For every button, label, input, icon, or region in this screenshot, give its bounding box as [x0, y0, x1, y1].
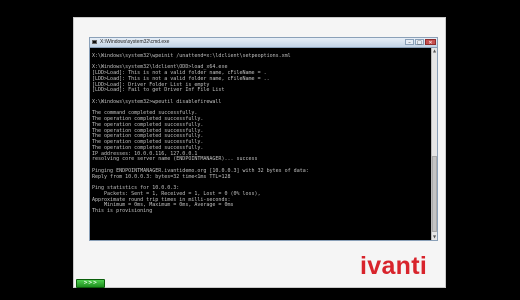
minimize-button[interactable]: –: [405, 39, 414, 46]
scroll-thumb[interactable]: [432, 156, 437, 232]
cmd-window[interactable]: X:\Windows\system32\cmd.exe – □ ✕ X:\Win…: [89, 37, 438, 241]
scroll-down-arrow-icon[interactable]: ▼: [432, 234, 437, 240]
ivanti-logo: ivanti: [360, 252, 428, 280]
maximize-button[interactable]: □: [415, 39, 424, 46]
window-title: X:\Windows\system32\cmd.exe: [100, 39, 170, 45]
close-button[interactable]: ✕: [425, 39, 436, 46]
window-titlebar[interactable]: X:\Windows\system32\cmd.exe – □ ✕: [90, 38, 437, 48]
console-output[interactable]: X:\Windows\system32\wpeinit /unattend=x:…: [90, 48, 431, 240]
progress-indicator: >>>: [76, 279, 105, 288]
cmd-icon: [92, 40, 97, 44]
scroll-up-arrow-icon[interactable]: ▲: [432, 48, 437, 54]
presentation-slide: X:\Windows\system32\cmd.exe – □ ✕ X:\Win…: [73, 17, 446, 288]
vertical-scrollbar[interactable]: ▲ ▼: [431, 48, 437, 240]
